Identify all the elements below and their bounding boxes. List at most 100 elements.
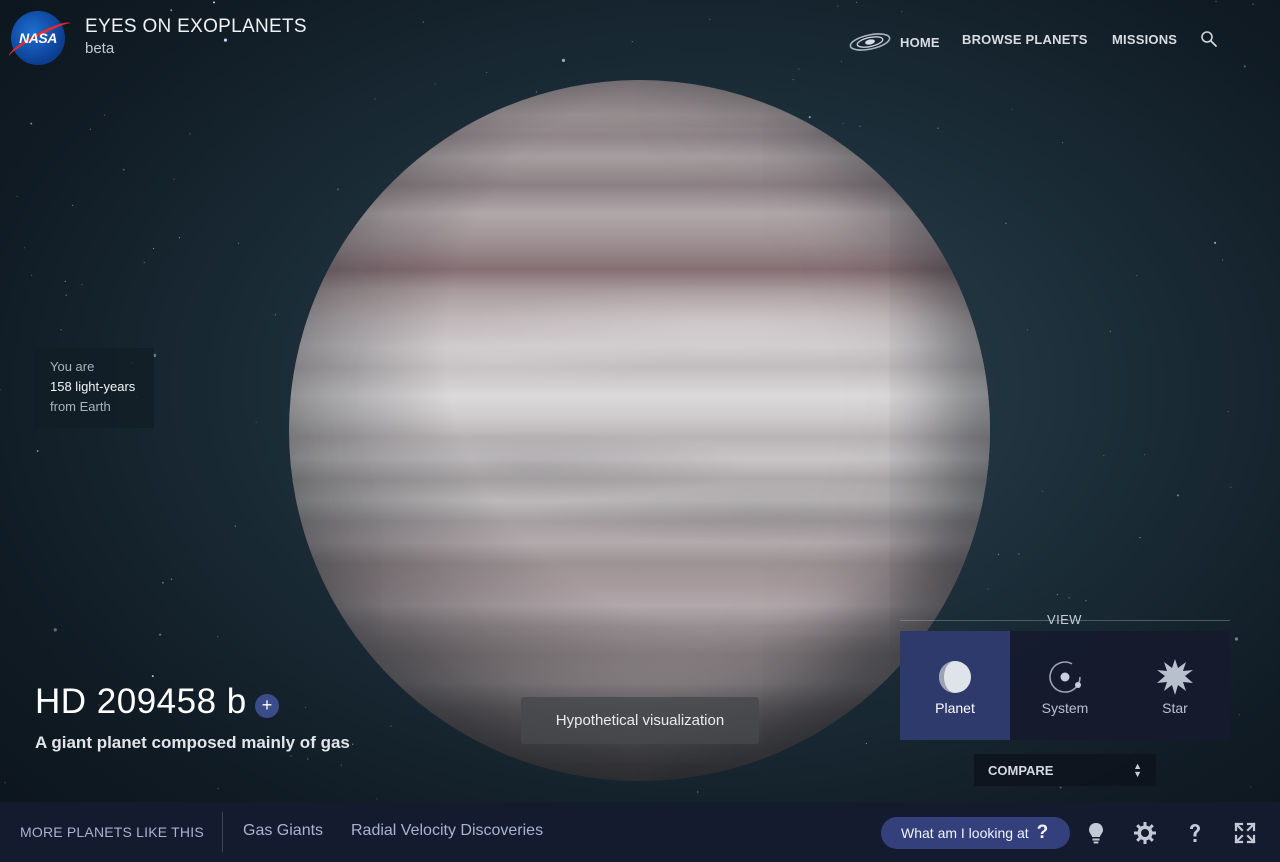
star-dot <box>1011 108 1013 110</box>
star-dot <box>234 525 236 527</box>
planet-description: A giant planet composed mainly of gas <box>35 733 350 752</box>
view-planet-button[interactable]: Planet <box>900 631 1010 740</box>
nav-missions[interactable]: MISSIONS <box>1112 32 1177 47</box>
star-dot <box>987 588 989 590</box>
distance-line-3: from Earth <box>50 399 111 414</box>
star-dot <box>36 450 39 452</box>
star-dot <box>1005 222 1007 224</box>
star-dot <box>1234 637 1239 641</box>
star-dot <box>64 280 66 282</box>
star-dot <box>709 18 711 20</box>
star-dot <box>1252 3 1254 5</box>
star-icon <box>1157 659 1193 695</box>
app-subtitle: beta <box>85 40 115 57</box>
star-dot <box>697 791 699 793</box>
add-planet-button[interactable]: + <box>255 694 279 718</box>
star-dot <box>255 421 257 423</box>
star-dot <box>159 633 162 636</box>
star-dot <box>217 636 219 638</box>
star-dot <box>1250 786 1252 788</box>
star-dot <box>31 274 33 276</box>
star-dot <box>122 168 125 171</box>
star-dot <box>434 83 436 85</box>
fullscreen-icon[interactable] <box>1233 821 1257 845</box>
star-dot <box>4 782 6 784</box>
star-dot <box>81 283 83 286</box>
star-dot <box>1026 329 1028 331</box>
star-dot <box>24 247 26 249</box>
visualization-note: Hypothetical visualization <box>521 697 759 744</box>
radial-velocity-link[interactable]: Radial Velocity Discoveries <box>351 822 543 840</box>
star-dot <box>376 798 378 800</box>
star-dot <box>189 133 191 135</box>
star-dot <box>152 247 155 250</box>
question-mark-icon: ? <box>1036 822 1049 843</box>
star-dot <box>486 71 488 73</box>
star-dot <box>842 122 844 124</box>
distance-value: 158 light-years <box>50 379 136 394</box>
star-dot <box>1018 553 1020 555</box>
view-system-label: System <box>1041 700 1089 716</box>
star-dot <box>143 261 145 264</box>
star-dot <box>997 553 1000 556</box>
star-dot <box>53 628 57 632</box>
star-dot <box>274 314 276 316</box>
settings-icon[interactable] <box>1133 821 1157 845</box>
star-dot <box>1056 593 1058 596</box>
star-dot <box>89 128 91 130</box>
star-dot <box>631 41 633 43</box>
star-dot <box>1062 142 1064 144</box>
star-dot <box>374 98 376 100</box>
view-system-button[interactable]: System <box>1010 631 1120 740</box>
lightbulb-icon[interactable] <box>1084 821 1108 845</box>
star-dot <box>422 21 424 23</box>
star-dot <box>151 675 154 678</box>
system-icon <box>1049 661 1081 693</box>
star-dot <box>1109 330 1111 332</box>
star-dot <box>855 1 858 3</box>
star-dot <box>30 122 33 125</box>
star-dot <box>1085 600 1087 602</box>
star-dot <box>1176 494 1179 497</box>
what-am-i-looking-at-button[interactable]: What am I looking at ? <box>881 817 1070 849</box>
view-divider <box>900 620 1230 621</box>
star-dot <box>840 60 843 62</box>
star-dot <box>808 116 811 119</box>
star-dot <box>1103 455 1105 457</box>
star-dot <box>1238 714 1240 716</box>
planet-visualization[interactable] <box>289 80 990 781</box>
star-dot <box>104 114 106 116</box>
star-dot <box>792 79 794 81</box>
nav-browse-planets[interactable]: BROWSE PLANETS <box>962 32 1088 47</box>
star-dot <box>1243 65 1246 68</box>
nav-home-label[interactable]: HOME <box>900 35 940 50</box>
view-star-button[interactable]: Star <box>1120 631 1230 740</box>
search-icon[interactable] <box>1200 30 1218 48</box>
nasa-logo-text: NASA <box>19 30 57 46</box>
star-dot <box>1068 597 1070 599</box>
what-button-label: What am I looking at <box>901 825 1029 841</box>
star-dot <box>60 329 62 331</box>
star-dot <box>1041 490 1044 492</box>
star-dot <box>1227 411 1229 413</box>
more-planets-label: MORE PLANETS LIKE THIS <box>20 824 204 840</box>
star-dot <box>535 91 538 93</box>
star-dot <box>72 204 74 206</box>
gas-giants-link[interactable]: Gas Giants <box>243 822 323 840</box>
star-dot <box>1139 537 1141 539</box>
star-dot <box>65 294 67 296</box>
help-icon[interactable] <box>1183 821 1207 845</box>
star-dot <box>237 242 240 244</box>
star-dot <box>170 9 173 12</box>
star-dot <box>798 68 800 70</box>
updown-arrows-icon: ▲ ▼ <box>1133 761 1142 779</box>
distance-line-1: You are <box>50 359 95 374</box>
compare-dropdown[interactable]: COMPARE ▲ ▼ <box>974 754 1156 786</box>
nav-home[interactable]: HOME <box>848 31 940 53</box>
star-dot <box>390 725 392 727</box>
star-dot <box>337 188 339 191</box>
star-dot <box>307 758 309 760</box>
app-title[interactable]: EYES ON EXOPLANETS <box>85 16 307 38</box>
nasa-logo[interactable]: NASA <box>5 11 75 65</box>
star-dot <box>1136 275 1138 277</box>
